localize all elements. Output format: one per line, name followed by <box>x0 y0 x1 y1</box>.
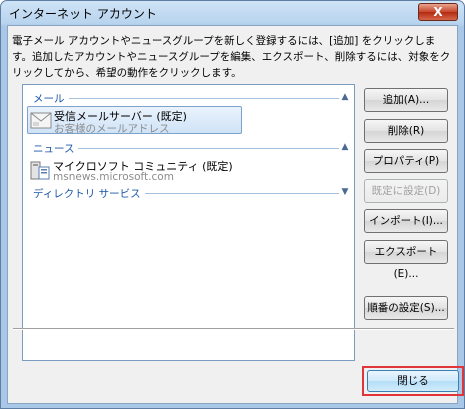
close-dialog-button[interactable]: 閉じる <box>367 370 459 392</box>
window-title: インターネット アカウント <box>9 7 157 21</box>
footer-divider <box>13 328 454 330</box>
account-item-news-server[interactable]: マイクロソフト コミュニティ (既定) msnews.microsoft.com <box>27 157 242 185</box>
group-label-mail: メール <box>33 91 69 106</box>
set-default-button[interactable]: 既定に設定(D) <box>364 179 448 203</box>
account-item-mail-server[interactable]: 受信メールサーバー (既定) お客様のメールアドレス <box>27 106 242 135</box>
chevron-up-icon[interactable]: ▲ <box>339 91 351 103</box>
window-close-button[interactable]: X <box>418 3 458 21</box>
add-button[interactable]: 追加(A)... <box>364 88 448 112</box>
account-address: msnews.microsoft.com <box>53 171 174 183</box>
instructions-text: 電子メール アカウントやニュースグループを新しく登録するには、[追加] をクリッ… <box>12 35 451 79</box>
properties-button[interactable]: プロパティ(P) <box>364 149 448 173</box>
group-header-directory[interactable]: ディレクトリ サービス ▼ <box>33 186 351 201</box>
remove-button[interactable]: 削除(R) <box>364 119 448 143</box>
group-label-directory: ディレクトリ サービス <box>33 186 145 201</box>
news-server-icon <box>30 161 50 180</box>
internet-accounts-window: インターネット アカウント X 電子メール アカウントやニュースグループを新しく… <box>0 0 465 409</box>
dialog-body: 電子メール アカウントやニュースグループを新しく登録するには、[追加] をクリッ… <box>7 25 458 404</box>
mail-server-icon <box>30 112 52 129</box>
chevron-up-icon[interactable]: ▲ <box>339 141 351 153</box>
title-bar[interactable]: インターネット アカウント X <box>1 1 464 25</box>
order-settings-button[interactable]: 順番の設定(S)... <box>364 296 448 320</box>
group-header-news[interactable]: ニュース ▲ <box>33 141 351 156</box>
group-divider <box>33 98 339 99</box>
accounts-list[interactable]: メール ▲ 受信メールサーバー (既定) お客様のメールアドレス ニュース ▲ <box>22 84 355 361</box>
export-button[interactable]: エクスポート(E)... <box>364 240 448 280</box>
chevron-down-icon[interactable]: ▼ <box>339 186 351 198</box>
import-button[interactable]: インポート(I)... <box>364 209 448 233</box>
account-address: お客様のメールアドレス <box>54 123 170 135</box>
group-header-mail[interactable]: メール ▲ <box>33 91 351 106</box>
group-label-news: ニュース <box>33 141 79 156</box>
group-divider <box>33 148 339 149</box>
